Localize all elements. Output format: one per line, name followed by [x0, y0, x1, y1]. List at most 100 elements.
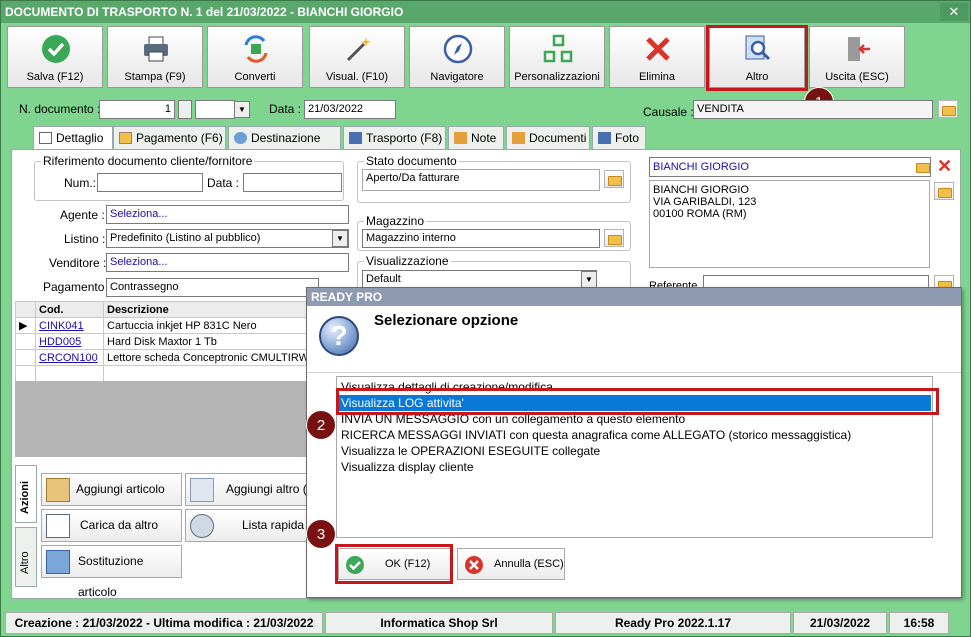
add-item-button[interactable]: Aggiungi articolo (F4) — [41, 473, 182, 527]
replace-item-button[interactable]: Sostituzione articolo — [41, 545, 182, 599]
venditore-label: Venditore : — [49, 256, 107, 270]
magazzino-input[interactable]: Magazzino interno — [362, 229, 600, 248]
cancel-button-label: Annulla (ESC) — [494, 558, 564, 570]
agente-input[interactable]: Seleziona... — [106, 205, 349, 224]
grid-cell-desc: Hard Disk Maxtor 1 Tb — [103, 333, 309, 350]
grid-header-desc: Descrizione — [103, 301, 309, 318]
table-row[interactable]: ▶ CINK041 Cartuccia inkjet HP 831C Nero — [15, 317, 309, 334]
ndoc-suffix-select[interactable] — [195, 100, 235, 119]
causale-folder-icon[interactable] — [938, 100, 958, 118]
grid-cell-desc: Lettore scheda Conceptronic CMULTIRWU — [103, 349, 309, 366]
visual-button[interactable]: Visual. (F10) — [309, 26, 405, 88]
cliente-remove-icon[interactable]: ✕ — [937, 156, 952, 176]
grid-cell-code[interactable]: CINK041 — [35, 317, 104, 334]
chevron-down-icon[interactable]: ▼ — [332, 230, 348, 247]
quick-list-icon — [190, 514, 214, 538]
grid-empty-area — [15, 381, 311, 457]
ndoc-spin[interactable] — [178, 100, 192, 119]
tab-pagamento[interactable]: Pagamento (F6) — [113, 126, 226, 149]
highlight-other-button — [706, 25, 808, 91]
cliente-name[interactable]: BIANCHI GIORGIO — [649, 157, 931, 177]
venditore-input[interactable]: Seleziona... — [106, 253, 349, 272]
rif-data-input[interactable] — [243, 173, 342, 192]
items-grid: Cod. Descrizione ▶ CINK041 Cartuccia ink… — [15, 301, 309, 382]
cancel-button[interactable]: Annulla (ESC) — [457, 548, 565, 580]
side-tab-azioni[interactable]: Azioni — [15, 465, 37, 523]
data-input[interactable]: 21/03/2022 — [304, 100, 396, 119]
quick-list-button[interactable]: Lista rapida — [185, 509, 307, 542]
stato-input[interactable]: Aperto/Da fatturare — [362, 169, 600, 191]
tab-label: Pagamento (F6) — [136, 131, 223, 145]
note-icon — [454, 132, 467, 144]
causale-input[interactable]: VENDITA — [693, 100, 933, 119]
print-button[interactable]: Stampa (F9) — [107, 26, 203, 88]
dialog-divider — [307, 372, 961, 373]
rif-data-label: Data : — [207, 176, 240, 190]
grid-corner — [15, 301, 36, 318]
magazzino-folder-icon[interactable] — [604, 229, 624, 247]
tab-trasporto[interactable]: Trasporto (F8) — [343, 126, 446, 149]
add-other-icon — [190, 478, 214, 502]
convert-icon — [244, 35, 268, 63]
save-button[interactable]: Salva (F12) — [7, 26, 103, 88]
num-input[interactable] — [97, 173, 203, 192]
list-item[interactable]: Visualizza display cliente — [341, 459, 474, 475]
list-item[interactable]: RICERCA MESSAGGI INVIATI con questa anag… — [341, 427, 851, 443]
add-item-icon — [46, 478, 70, 502]
tab-note[interactable]: Note — [448, 126, 504, 149]
step-badge-2: 2 — [306, 410, 336, 440]
table-row[interactable] — [15, 365, 309, 382]
payment-icon — [119, 132, 132, 144]
stato-folder-icon[interactable] — [604, 170, 624, 188]
printer-icon — [144, 36, 168, 62]
list-item[interactable]: Visualizza le OPERAZIONI ESEGUITE colleg… — [341, 443, 600, 459]
ndoc-input[interactable]: 1 — [99, 100, 175, 119]
tab-foto[interactable]: Foto — [592, 126, 646, 149]
causale-label: Causale : — [643, 105, 694, 119]
convert-button[interactable]: Converti — [207, 26, 303, 88]
grid-header-cod: Cod. — [35, 301, 104, 318]
agente-label: Agente : — [60, 208, 105, 222]
customize-button[interactable]: Personalizzazioni — [509, 26, 605, 88]
navigator-button[interactable]: Navigatore — [409, 26, 505, 88]
chevron-down-icon[interactable]: ▼ — [581, 271, 597, 288]
chevron-down-icon[interactable]: ▼ — [234, 101, 250, 118]
table-row[interactable]: HDD005 Hard Disk Maxtor 1 Tb — [15, 333, 309, 350]
status-time: 16:58 — [889, 612, 949, 634]
globe-icon — [234, 132, 247, 144]
pagamento-input[interactable]: Contrassegno — [106, 278, 319, 297]
add-other-button[interactable]: Aggiungi altro (F3 — [185, 473, 307, 506]
cliente-address-box: BIANCHI GIORGIO VIA GARIBALDI, 123 00100… — [649, 180, 930, 268]
address-folder-icon[interactable] — [934, 182, 954, 200]
grid-cell-desc — [103, 365, 309, 382]
stato-group-title: Stato documento — [364, 154, 459, 168]
load-doc-button[interactable]: Carica da altro doc. — [41, 509, 182, 563]
add-other-label: Aggiungi altro (F3 — [226, 482, 307, 496]
grid-cell-code[interactable]: HDD005 — [35, 333, 104, 350]
tab-documenti[interactable]: Documenti — [506, 126, 590, 149]
window-close-button[interactable]: ✕ — [940, 3, 968, 21]
convert-button-label: Converti — [234, 71, 276, 83]
table-row[interactable]: CRCON100 Lettore scheda Conceptronic CMU… — [15, 349, 309, 366]
side-tab-label: Altro — [19, 551, 31, 574]
documents-icon — [512, 132, 525, 144]
magazzino-group-title: Magazzino — [364, 214, 427, 228]
exit-button[interactable]: Uscita (ESC) — [809, 26, 905, 88]
navigator-button-label: Navigatore — [430, 71, 484, 83]
delete-button[interactable]: Elimina — [609, 26, 705, 88]
exit-button-label: Uscita (ESC) — [825, 71, 889, 83]
window-title: DOCUMENTO DI TRASPORTO N. 1 del 21/03/20… — [1, 1, 970, 23]
highlight-log-option — [336, 388, 939, 415]
tab-destinazione[interactable]: Destinazione (F7) — [228, 126, 341, 167]
grid-cell-code[interactable] — [35, 365, 104, 382]
tab-dettaglio[interactable]: Dettaglio (F5) — [33, 126, 113, 167]
grid-cell-code[interactable]: CRCON100 — [35, 349, 104, 366]
listino-select[interactable]: Predefinito (Listino al pubblico) — [106, 229, 349, 248]
side-tab-altro[interactable]: Altro — [15, 527, 37, 587]
row-selector — [15, 333, 36, 350]
cliente-folder-icon[interactable] — [913, 158, 933, 176]
rif-group-title: Riferimento documento cliente/fornitore — [41, 154, 255, 168]
exit-icon — [848, 37, 870, 61]
delete-button-label: Elimina — [638, 71, 676, 83]
ndoc-label: N. documento : — [19, 102, 101, 116]
